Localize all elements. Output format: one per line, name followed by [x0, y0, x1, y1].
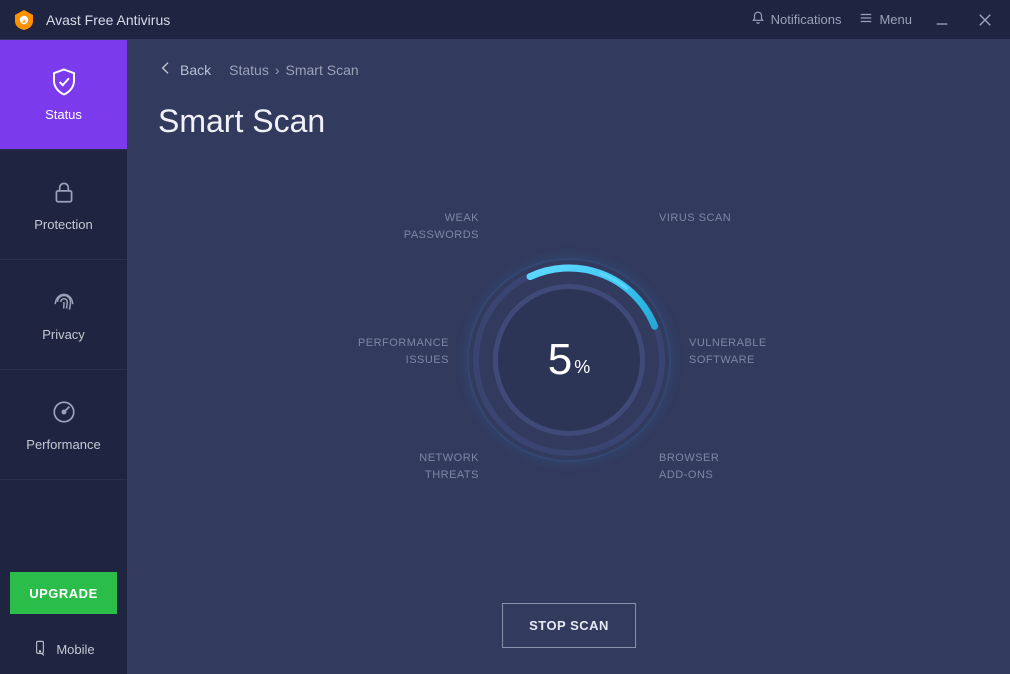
progress-ring: 5 %: [469, 260, 669, 460]
sidebar-item-label: Mobile: [56, 642, 94, 657]
bell-icon: [751, 11, 765, 28]
hamburger-icon: [859, 11, 873, 28]
top-row: Back Status › Smart Scan: [158, 60, 980, 79]
sidebar-item-mobile[interactable]: Mobile: [0, 624, 127, 674]
titlebar: a Avast Free Antivirus Notifications Men…: [0, 0, 1010, 40]
stop-scan-button[interactable]: STOP SCAN: [502, 603, 636, 648]
gauge-icon: [49, 397, 79, 427]
category-virus-scan: VIRUS SCAN: [659, 210, 731, 227]
lock-icon: [49, 177, 79, 207]
breadcrumb: Status › Smart Scan: [229, 62, 359, 78]
sidebar-item-status[interactable]: Status: [0, 40, 127, 150]
fingerprint-icon: [49, 287, 79, 317]
back-label: Back: [180, 62, 211, 78]
sidebar-item-label: Privacy: [42, 327, 85, 342]
arrow-left-icon: [158, 60, 174, 79]
sidebar-item-label: Performance: [26, 437, 100, 452]
menu-label: Menu: [879, 12, 912, 27]
progress-percent: 5 %: [469, 260, 669, 460]
minimize-button[interactable]: [930, 8, 954, 32]
sidebar-item-privacy[interactable]: Privacy: [0, 260, 127, 370]
menu-button[interactable]: Menu: [859, 11, 912, 28]
avast-logo-icon: a: [12, 8, 36, 32]
upgrade-button[interactable]: UPGRADE: [10, 572, 117, 614]
breadcrumb-current: Smart Scan: [286, 62, 359, 78]
shield-check-icon: [49, 67, 79, 97]
app-title: Avast Free Antivirus: [46, 12, 751, 28]
mobile-icon: [32, 640, 48, 659]
sidebar-item-protection[interactable]: Protection: [0, 150, 127, 260]
scan-area: WEAK PASSWORDS VIRUS SCAN PERFORMANCE IS…: [128, 190, 1010, 530]
category-weak-passwords: WEAK PASSWORDS: [404, 210, 479, 243]
notifications-button[interactable]: Notifications: [751, 11, 842, 28]
category-performance-issues: PERFORMANCE ISSUES: [358, 335, 449, 368]
breadcrumb-root[interactable]: Status: [229, 62, 269, 78]
progress-value: 5: [548, 335, 572, 385]
sidebar: Status Protection Privacy Performance UP…: [0, 40, 128, 674]
sidebar-item-label: Protection: [34, 217, 93, 232]
main-content: Back Status › Smart Scan Smart Scan WEAK…: [128, 40, 1010, 674]
sidebar-item-label: Status: [45, 107, 82, 122]
breadcrumb-separator: ›: [275, 62, 280, 78]
titlebar-actions: Notifications Menu: [751, 7, 998, 33]
sidebar-item-performance[interactable]: Performance: [0, 370, 127, 480]
percent-symbol: %: [574, 357, 590, 378]
category-vulnerable-software: VULNERABLE SOFTWARE: [689, 335, 767, 368]
close-button[interactable]: [972, 7, 998, 33]
notifications-label: Notifications: [771, 12, 842, 27]
back-button[interactable]: Back: [158, 60, 211, 79]
page-title: Smart Scan: [158, 103, 980, 140]
